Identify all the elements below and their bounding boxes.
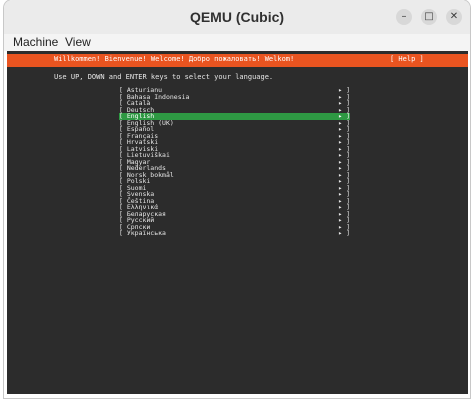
menu-bar: Machine View [4,34,470,51]
vm-screen[interactable]: Willkommen! Bienvenue! Welcome! Добро по… [7,51,468,394]
menu-view[interactable]: View [65,35,91,49]
language-list: [ Asturianu ▸ ][ Bahasa Indonesia ▸ ][ Cat… [119,87,350,237]
language-label: [ Українська [119,229,166,237]
banner-text: Willkommen! Bienvenue! Welcome! Добро по… [54,55,295,63]
welcome-banner: Willkommen! Bienvenue! Welcome! Добро по… [7,54,468,67]
maximize-icon[interactable]: □ [421,9,437,25]
language-option[interactable]: [ Українська ▸ ] [119,230,350,237]
minimize-icon[interactable]: – [396,9,412,25]
chevron-right-icon: ▸ ] [338,229,350,237]
title-bar[interactable]: QEMU (Cubic) – □ ✕ [4,0,470,35]
menu-machine[interactable]: Machine [13,35,58,49]
close-icon[interactable]: ✕ [446,9,462,25]
help-button[interactable]: [ Help ] [390,55,424,63]
qemu-window: QEMU (Cubic) – □ ✕ Machine View Willkomm… [4,0,470,398]
instruction-text: Use UP, DOWN and ENTER keys to select yo… [54,73,274,81]
